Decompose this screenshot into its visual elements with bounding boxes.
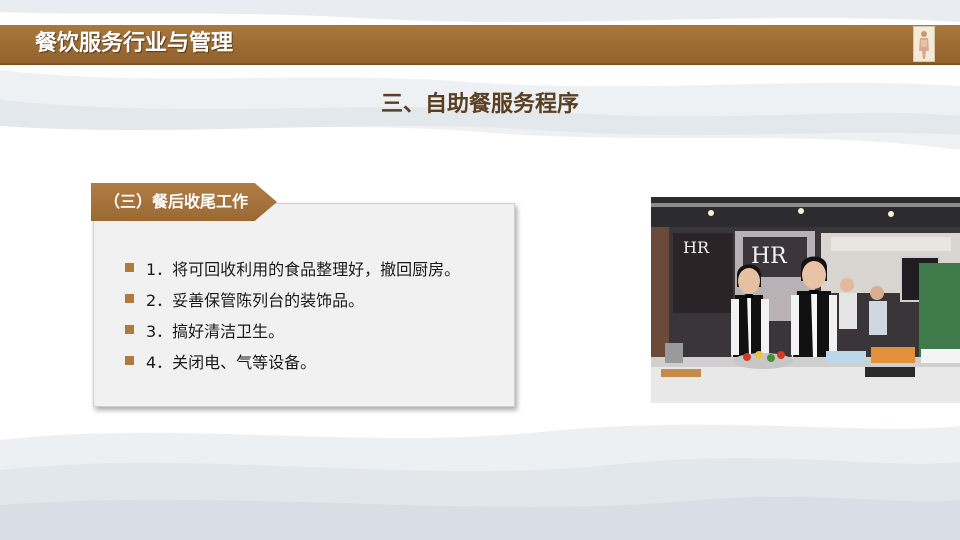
list-item: 3．搞好清洁卫生。 xyxy=(125,314,460,345)
list-item: 1．将可回收利用的食品整理好，撤回厨房。 xyxy=(125,252,460,283)
square-bullet-icon xyxy=(125,356,134,365)
header-title: 餐饮服务行业与管理 xyxy=(35,31,234,56)
square-bullet-icon xyxy=(125,263,134,272)
store-sign-text: HR xyxy=(751,244,788,269)
list-item: 2．妥善保管陈列台的装饰品。 xyxy=(125,283,460,314)
logo-icon xyxy=(913,26,935,62)
list-item-text: 3．搞好清洁卫生。 xyxy=(146,321,285,341)
list-item-text: 2．妥善保管陈列台的装饰品。 xyxy=(146,290,365,310)
header-bar: 餐饮服务行业与管理 xyxy=(0,25,960,65)
list-item: 4．关闭电、气等设备。 xyxy=(125,345,460,376)
store-sign-text: HR xyxy=(683,238,710,257)
buffet-staff-photo: HR HR xyxy=(651,197,960,403)
square-bullet-icon xyxy=(125,294,134,303)
section-tag: （三）餐后收尾工作 xyxy=(91,183,277,221)
procedure-list: 1．将可回收利用的食品整理好，撤回厨房。 2．妥善保管陈列台的装饰品。 3．搞好… xyxy=(125,252,460,376)
list-item-text: 4．关闭电、气等设备。 xyxy=(146,352,317,372)
section-tag-label: （三）餐后收尾工作 xyxy=(103,192,248,211)
page-title: 三、自助餐服务程序 xyxy=(380,92,579,117)
square-bullet-icon xyxy=(125,325,134,334)
list-item-text: 1．将可回收利用的食品整理好，撤回厨房。 xyxy=(146,259,461,279)
